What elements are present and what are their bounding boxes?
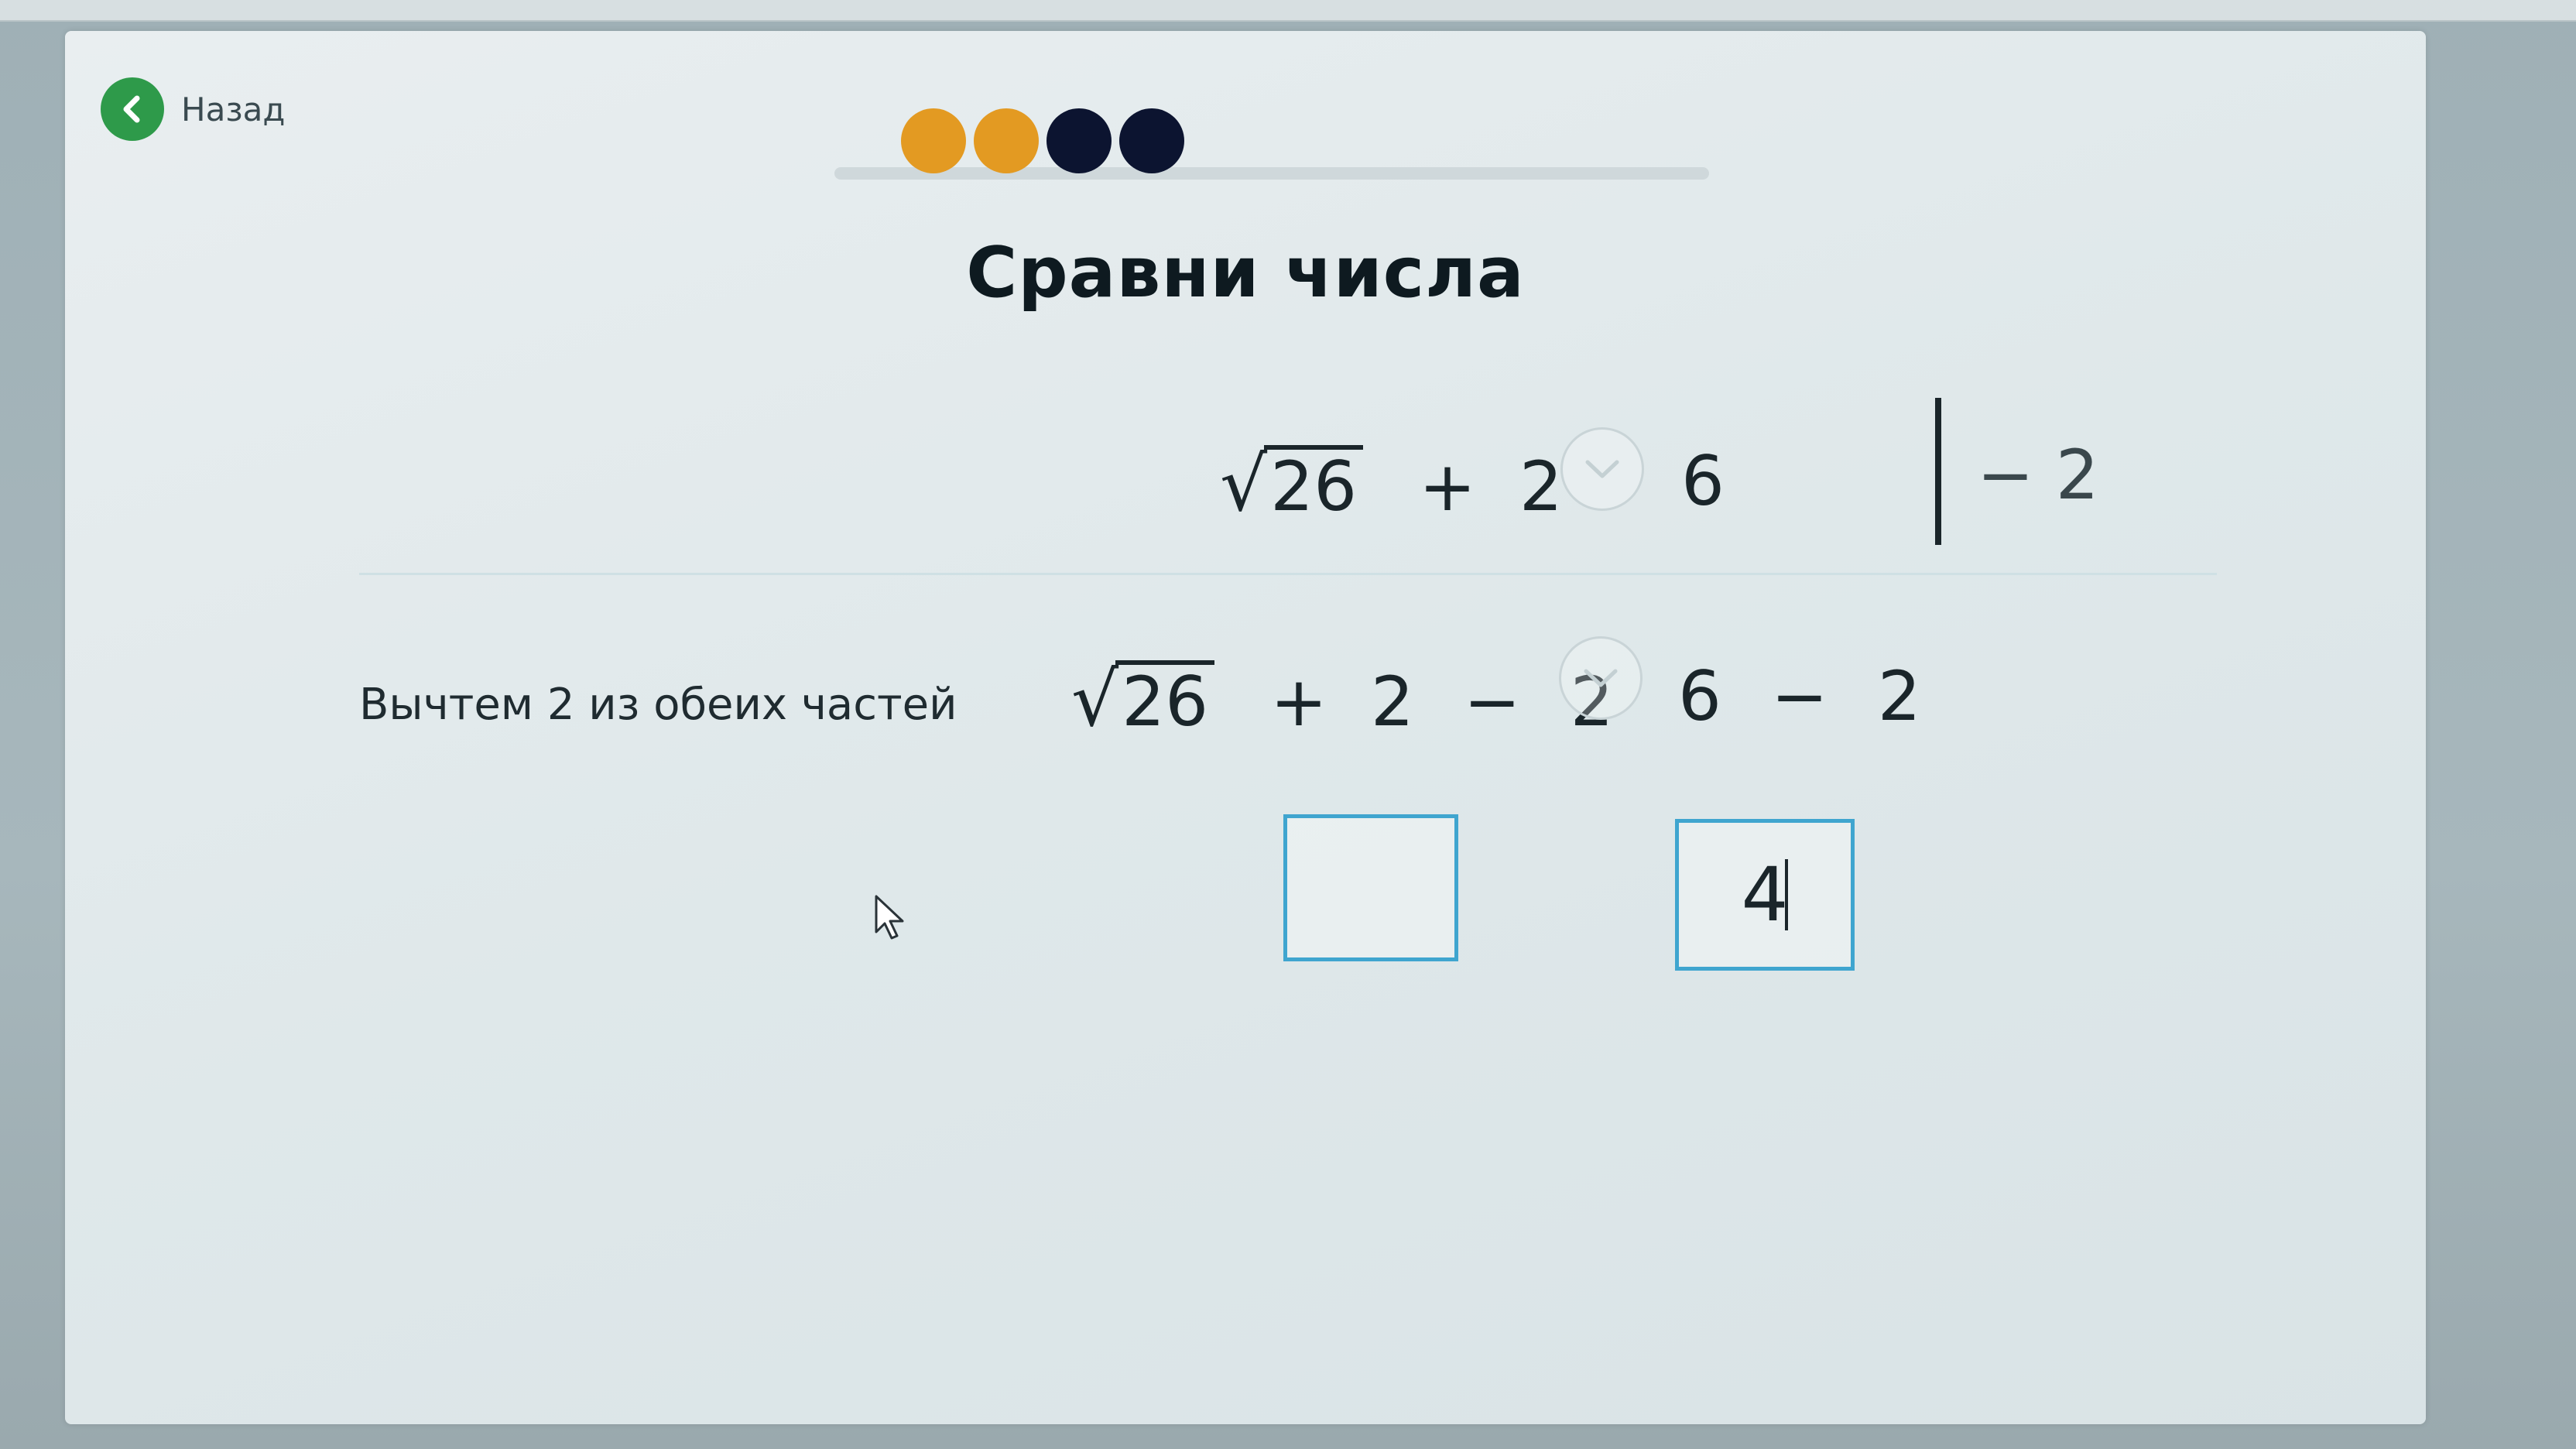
browser-top-bar [0,0,2576,22]
comparison-selector-row-2[interactable] [1559,636,1643,720]
right-answer-input[interactable] [1675,819,1855,971]
square-root: √26 [1071,656,1215,743]
subtrahend: 2 [1877,656,1921,736]
progress-dot [1119,108,1184,173]
lesson-card: Назад Сравни числа √26 + 2 6 − 2 Вычтем … [65,31,2426,1424]
page-title: Сравни числа [966,232,1525,313]
screen: Назад Сравни числа √26 + 2 6 − 2 Вычтем … [0,0,2576,1449]
mouse-pointer-icon [875,895,904,940]
progress-dot [1046,108,1112,173]
addend: 2 [1370,662,1414,742]
minus-sign: − [1770,656,1828,736]
radicand: 26 [1264,445,1364,524]
back-button[interactable]: Назад [101,77,285,141]
radicand: 26 [1115,660,1215,739]
expression-row-1: √26 + 2 [1220,441,1563,528]
step-description: Вычтем 2 из обеих частей [359,680,957,730]
row-divider [359,573,2217,575]
radical-sign: √ [1220,441,1268,528]
operation-label: − 2 [1977,435,2099,515]
progress-dot [974,108,1039,173]
back-label: Назад [181,90,286,128]
text-caret [1785,859,1788,930]
plus-sign: + [1419,447,1476,526]
progress-indicator [834,76,1709,192]
radical-sign: √ [1071,656,1119,743]
progress-track [834,167,1709,180]
square-root: √26 [1220,441,1364,528]
chevron-down-icon [1585,460,1619,478]
comparison-selector-row-1[interactable] [1560,427,1644,511]
right-expression-row-2: 6 − 2 [1678,656,1921,736]
minus-sign: − [1463,662,1521,742]
right-value-row-1: 6 [1681,441,1725,521]
addend: 2 [1519,447,1563,526]
chevron-down-icon [1584,669,1618,687]
expression-row-2: √26 + 2 − 2 [1071,656,1614,743]
chevron-left-icon [101,77,164,141]
left-answer-input[interactable] [1283,814,1458,961]
plus-sign: + [1270,662,1327,742]
right-value: 6 [1678,656,1721,736]
progress-dot [901,108,966,173]
operation-separator [1935,398,1941,545]
